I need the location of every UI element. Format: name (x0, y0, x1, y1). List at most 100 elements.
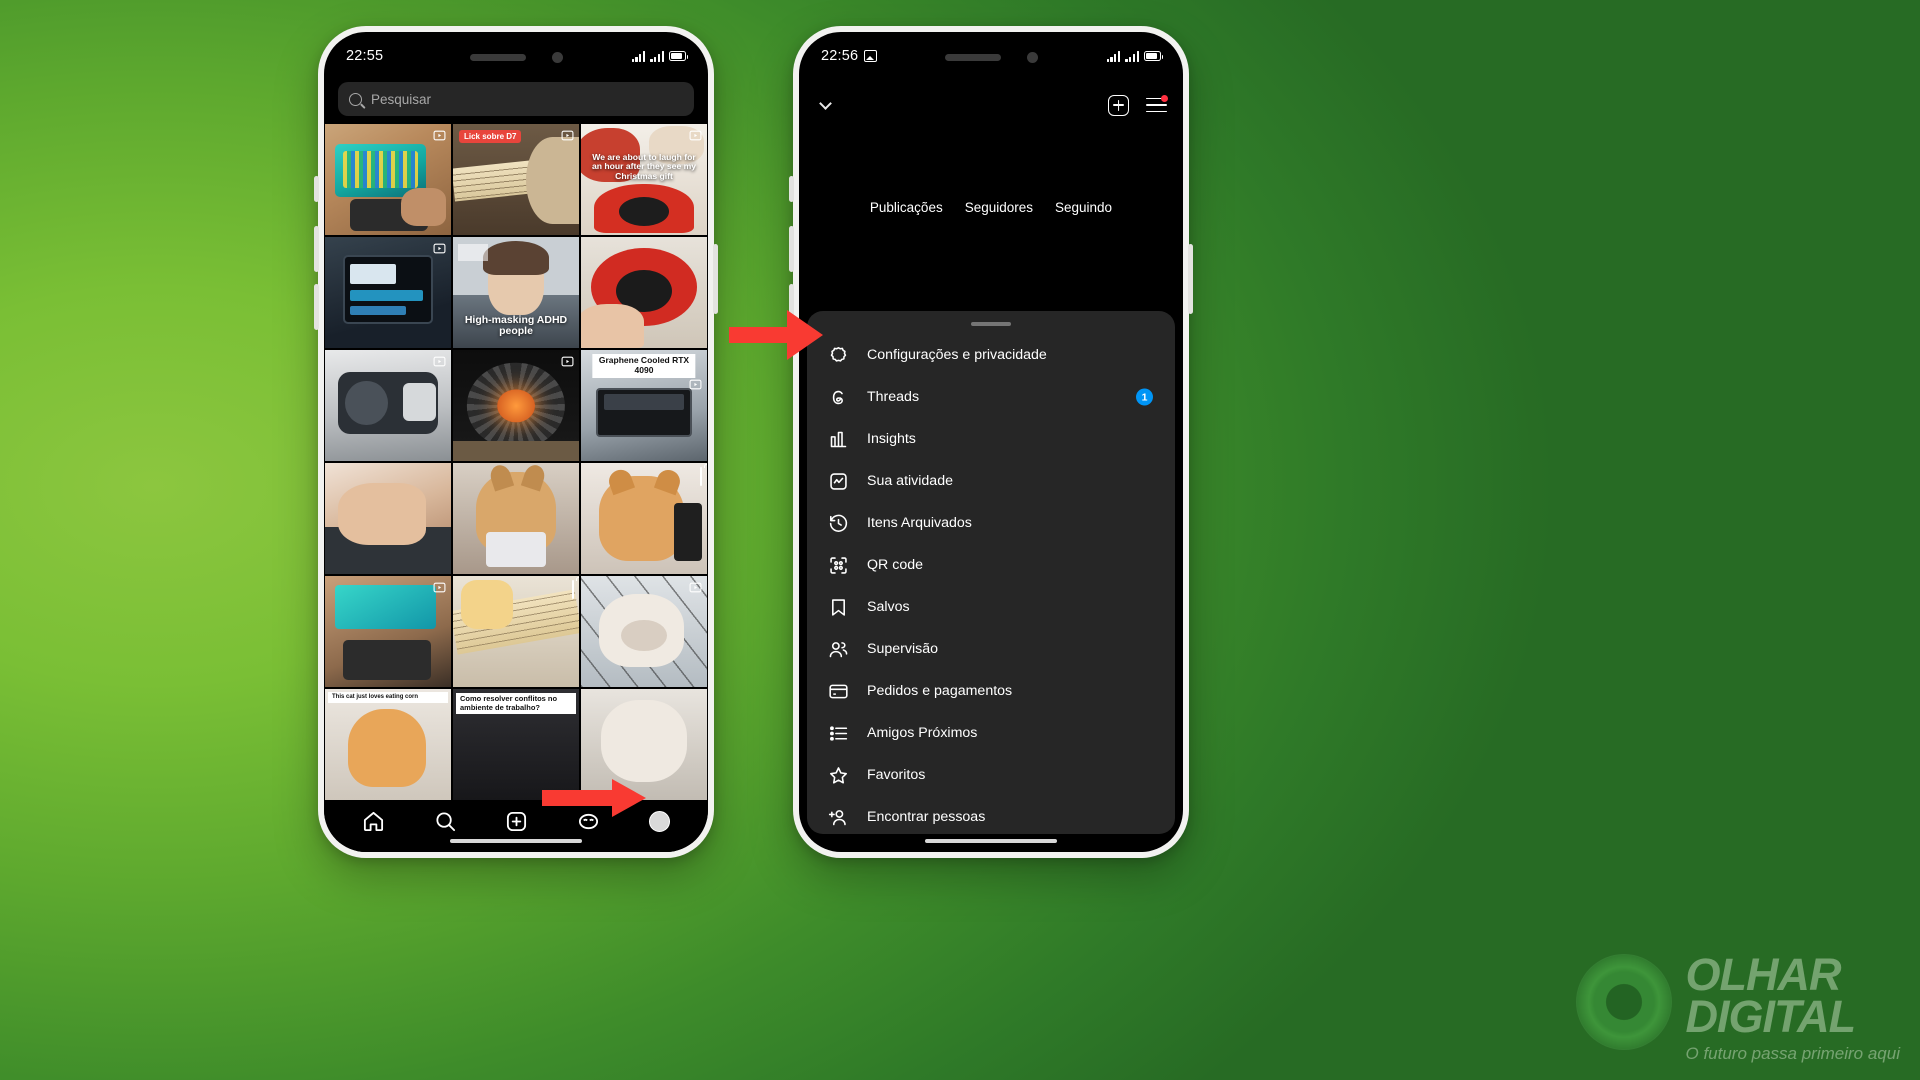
grid-cell[interactable] (325, 124, 451, 235)
menu-item-sua-atividade[interactable]: Sua atividade (807, 460, 1175, 502)
grid-cell[interactable] (581, 237, 707, 348)
profile-header (799, 80, 1183, 130)
post-tag-label: Como resolver conflitos no ambiente de t… (456, 693, 576, 715)
menu-item-label: Supervisão (867, 641, 938, 657)
post-tag-label: Graphene Cooled RTX 4090 (592, 354, 696, 378)
menu-item-salvos[interactable]: Salvos (807, 586, 1175, 628)
insights-bar-icon (827, 428, 849, 450)
signal-icon (631, 50, 646, 62)
menu-item-label: Sua atividade (867, 473, 953, 489)
search-input[interactable]: Pesquisar (338, 82, 694, 116)
battery-icon (669, 51, 689, 61)
menu-item-label: QR code (867, 557, 923, 573)
close-friends-list-icon (827, 722, 849, 744)
menu-item-label: Pedidos e pagamentos (867, 683, 1013, 699)
reel-badge-icon (433, 581, 446, 599)
reel-badge-icon (689, 129, 702, 147)
menu-item-itens-arquivados[interactable]: Itens Arquivados (807, 502, 1175, 544)
island-speaker (944, 53, 1001, 61)
menu-item-label: Amigos Próximos (867, 725, 978, 741)
signal-secondary-icon (1125, 50, 1139, 62)
menu-item-label: Encontrar pessoas (867, 809, 986, 825)
right-screen: 22:56 Publicações Seguidores Seguindo Co… (799, 32, 1183, 852)
island-camera (1026, 51, 1038, 63)
volume-down-button[interactable] (314, 284, 319, 330)
qr-code-icon (827, 554, 849, 576)
reel-badge-icon (433, 129, 446, 147)
post-overlay-text: We are about to laugh for an hour after … (591, 151, 697, 182)
home-indicator-right (925, 838, 1057, 843)
menu-item-qr-code[interactable]: QR code (807, 544, 1175, 586)
grid-cell[interactable] (453, 463, 579, 574)
grid-cell[interactable] (325, 576, 451, 687)
explore-grid: Lick sobre D7 We are about to laugh for … (324, 124, 708, 800)
post-overlay-text: High-masking ADHD people (464, 313, 568, 338)
reel-badge-icon (561, 355, 574, 373)
sidebar-item-create[interactable] (505, 810, 528, 833)
grid-cell[interactable] (325, 463, 451, 574)
grid-cell[interactable] (453, 576, 579, 687)
power-button[interactable] (713, 244, 718, 314)
status-clock-left: 22:55 (346, 48, 384, 64)
grid-cell[interactable]: Lick sobre D7 (453, 124, 579, 235)
volume-up-button[interactable] (314, 226, 319, 272)
grid-cell[interactable]: We are about to laugh for an hour after … (581, 124, 707, 235)
annotation-arrow-to-settings (727, 305, 827, 370)
reel-badge-icon (689, 581, 702, 599)
grid-cell[interactable]: Graphene Cooled RTX 4090 (581, 350, 707, 461)
star-icon (827, 764, 849, 786)
dynamic-island (915, 42, 1067, 72)
silent-switch[interactable] (314, 176, 319, 202)
settings-gear-icon (827, 344, 849, 366)
grid-cell[interactable] (325, 350, 451, 461)
grid-cell[interactable]: High-masking ADHD people (453, 237, 579, 348)
volume-up-button[interactable] (789, 226, 794, 272)
settings-bottom-sheet: Configurações e privacidade Threads 1 In… (807, 311, 1175, 834)
menu-item-label: Threads (867, 389, 920, 405)
status-icons-right (1106, 50, 1164, 62)
silent-switch[interactable] (789, 176, 794, 202)
grid-cell[interactable] (581, 576, 707, 687)
grid-cell[interactable] (581, 463, 707, 574)
bottom-tab-bar (324, 800, 708, 852)
menu-item-pedidos-e-pagamentos[interactable]: Pedidos e pagamentos (807, 670, 1175, 712)
credit-card-icon (827, 680, 849, 702)
menu-item-favoritos[interactable]: Favoritos (807, 754, 1175, 796)
annotation-arrow-to-profile (540, 777, 650, 824)
grid-cell[interactable] (325, 237, 451, 348)
watermark-tagline: O futuro passa primeiro aqui (1685, 1044, 1901, 1063)
dynamic-island (440, 42, 592, 72)
menu-item-amigos-proximos[interactable]: Amigos Próximos (807, 712, 1175, 754)
reel-badge-icon (433, 242, 446, 260)
hamburger-icon[interactable] (1146, 94, 1168, 113)
power-button[interactable] (1188, 244, 1193, 314)
reel-badge-icon (689, 378, 702, 396)
notification-dot (1161, 94, 1168, 102)
status-clock-right: 22:56 (821, 48, 878, 64)
grid-cell[interactable]: This cat just loves eating corn (325, 689, 451, 800)
menu-item-label: Favoritos (867, 767, 926, 783)
stat-publicacoes[interactable]: Publicações (870, 200, 943, 215)
phone-left: 22:55 Pesquisar Lick sobre D7 We are abo… (314, 26, 718, 858)
bookmark-icon (827, 596, 849, 618)
search-icon (349, 92, 362, 106)
sidebar-item-home[interactable] (362, 810, 385, 833)
menu-item-configuracoes-e-privacidade[interactable]: Configurações e privacidade (807, 334, 1175, 376)
menu-item-encontrar-pessoas[interactable]: Encontrar pessoas (807, 796, 1175, 834)
eye-logo-icon (1575, 954, 1672, 1051)
plus-square-icon[interactable] (1108, 94, 1129, 116)
watermark-line-1: OLHAR (1685, 949, 1842, 1001)
sidebar-item-search[interactable] (434, 810, 457, 833)
header-actions (1108, 94, 1168, 116)
grid-cell[interactable] (453, 350, 579, 461)
home-indicator-left (450, 838, 582, 843)
menu-item-supervisao[interactable]: Supervisão (807, 628, 1175, 670)
menu-item-insights[interactable]: Insights (807, 418, 1175, 460)
sidebar-item-profile[interactable] (648, 810, 670, 832)
sheet-drag-handle[interactable] (971, 322, 1011, 326)
screenshot-icon (864, 50, 878, 62)
stat-seguidores[interactable]: Seguidores (965, 200, 1033, 215)
stat-seguindo[interactable]: Seguindo (1055, 200, 1112, 215)
username-dropdown[interactable] (815, 96, 832, 110)
menu-item-threads[interactable]: Threads 1 (807, 376, 1175, 418)
